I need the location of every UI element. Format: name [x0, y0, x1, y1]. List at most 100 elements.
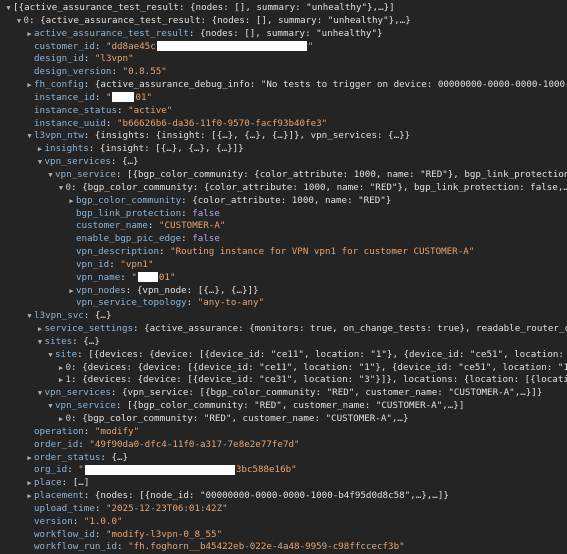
tree-preview: [{bgp_color_community: {color_attribute:…: [126, 168, 567, 180]
tree-row[interactable]: ▶ 0: {devices: {device: [{device_id: "ce1…: [0, 362, 567, 375]
tree-row: instance_uuid: "b66626b6-da36-11f0-9570-…: [0, 118, 567, 131]
tree-row[interactable]: ▶ fh_config: {active_assurance_debug_info…: [0, 79, 567, 92]
key-separator: :: [29, 14, 41, 26]
tree-value: "any-to-any": [197, 297, 265, 309]
tree-key: version: [34, 515, 73, 527]
tree-row[interactable]: ▶ insights: {insight: [{…}, {…}, {…}]}: [0, 143, 567, 156]
tree-row[interactable]: ▶ 0: {bgp_color_community: "RED", custome…: [0, 413, 567, 426]
tree-row[interactable]: ▶ place: […]: [0, 477, 567, 490]
tree-key: upload_time: [34, 502, 95, 514]
key-separator: :: [109, 258, 121, 270]
expand-down-arrow-icon[interactable]: ▼: [36, 156, 45, 169]
tree-key: vpn_services: [44, 156, 111, 168]
collapse-right-arrow-icon[interactable]: ▶: [36, 323, 45, 336]
tree-row[interactable]: ▶ active_assurance_test_result: {nodes: […: [0, 28, 567, 41]
tree-value: ": [105, 91, 112, 103]
expand-down-arrow-icon[interactable]: ▼: [4, 2, 13, 15]
expand-down-arrow-icon[interactable]: ▼: [25, 130, 34, 143]
tree-row: bgp_link_protection: false: [0, 208, 567, 221]
tree-key: sites: [44, 335, 73, 347]
tree-preview: {vpn_service: [{bgp_color_community: "RE…: [121, 387, 543, 399]
tree-preview: {active_assurance_debug_info: "No tests …: [94, 79, 567, 91]
collapse-right-arrow-icon[interactable]: ▶: [57, 374, 66, 387]
tree-key: org_id: [34, 464, 68, 476]
tree-row[interactable]: ▼ vpn_service: [{bgp_color_community: {co…: [0, 169, 567, 182]
expand-down-arrow-icon[interactable]: ▼: [57, 182, 66, 195]
tree-row[interactable]: ▶ placement: {nodes: [{node_id: "00000000…: [0, 490, 567, 503]
tree-preview: {nodes: [{node_id: "00000000-0000-0000-1…: [94, 490, 449, 502]
tree-value: "Routing instance for VPN vpn1 for custo…: [170, 246, 475, 258]
tree-preview: {vpn_node: [{…}, {…}]}: [136, 284, 259, 296]
tree-row: operation: "modify": [0, 426, 567, 439]
tree-row[interactable]: ▼ site: [{devices: {device: [{device_id: …: [0, 349, 567, 362]
expand-down-arrow-icon[interactable]: ▼: [36, 336, 45, 349]
expand-down-arrow-icon[interactable]: ▼: [15, 15, 24, 28]
tree-key: place: [34, 477, 62, 489]
tree-value: ": [78, 464, 84, 476]
tree-row[interactable]: ▼ vpn_service: [{bgp_color_community: "RE…: [0, 400, 567, 413]
key-separator: :: [83, 79, 95, 91]
tree-value-tail: 3bc588e16b": [235, 464, 297, 476]
tree-preview: {devices: {device: [{device_id: "ce11", …: [82, 361, 567, 373]
tree-key: active_assurance_test_result: [34, 27, 189, 39]
key-separator: :: [71, 374, 83, 386]
collapse-right-arrow-icon[interactable]: ▶: [57, 413, 66, 426]
tree-preview: {devices: {device: [{device_id: "ce31", …: [82, 374, 567, 386]
expand-down-arrow-icon[interactable]: ▼: [36, 387, 45, 400]
tree-row[interactable]: ▼ l3vpn_ntw: {insights: {insight: [{…}, {…: [0, 130, 567, 143]
collapse-right-arrow-icon[interactable]: ▶: [25, 477, 34, 490]
tree-row[interactable]: ▶ order_status: {…}: [0, 452, 567, 465]
tree-preview: {bgp_color_community: "RED", customer_na…: [82, 413, 409, 424]
tree-preview: {active_assurance: {monitors: true, on_c…: [144, 323, 567, 335]
key-separator: :: [158, 246, 171, 258]
tree-row[interactable]: ▼ sites: {…}: [0, 336, 567, 349]
tree-value: "1.0.0": [83, 515, 123, 527]
tree-value: "modify": [94, 425, 140, 437]
tree-preview: {…}: [121, 156, 139, 168]
tree-value: ": [131, 271, 137, 283]
tree-row[interactable]: ▶ bgp_color_community: {color_attribute: …: [0, 195, 567, 208]
expand-down-arrow-icon[interactable]: ▼: [46, 169, 55, 182]
tree-value-tail: 01": [135, 91, 153, 103]
expand-down-arrow-icon[interactable]: ▼: [25, 310, 34, 323]
collapse-right-arrow-icon[interactable]: ▶: [36, 143, 45, 156]
collapse-right-arrow-icon[interactable]: ▶: [25, 490, 34, 503]
collapse-right-arrow-icon[interactable]: ▶: [25, 28, 34, 41]
tree-row[interactable]: ▶ vpn_nodes: {vpn_node: [{…}, {…}]}: [0, 285, 567, 298]
tree-row[interactable]: ▼ vpn_services: {…}: [0, 156, 567, 169]
tree-preview: [{active_assurance_test_result: {nodes: …: [13, 2, 395, 13]
expand-down-arrow-icon[interactable]: ▼: [46, 400, 55, 413]
key-separator: :: [115, 400, 127, 412]
collapse-right-arrow-icon[interactable]: ▶: [25, 79, 34, 92]
key-separator: :: [100, 451, 112, 463]
tree-row: instance_status: "active": [0, 105, 567, 118]
tree-row[interactable]: ▼ vpn_services: {vpn_service: [{bgp_color…: [0, 387, 567, 400]
tree-row[interactable]: ▼ 0: {active_assurance_test_result: {node…: [0, 15, 567, 28]
key-separator: :: [71, 361, 83, 373]
key-separator: :: [110, 387, 122, 399]
tree-row: vpn_service_topology: "any-to-any": [0, 297, 567, 310]
tree-row[interactable]: ▶ 1: {devices: {device: [{device_id: "ce3…: [0, 374, 567, 387]
tree-key: vpn_id: [76, 258, 110, 270]
collapse-right-arrow-icon[interactable]: ▶: [25, 452, 34, 465]
key-separator: :: [133, 323, 145, 335]
key-separator: :: [120, 271, 132, 283]
tree-preview: {insights: {insight: [{…}, {…}, {…}]}, v…: [94, 130, 411, 142]
tree-preview: {…}: [83, 335, 100, 347]
tree-key: instance_status: [34, 104, 117, 116]
tree-row[interactable]: ▶ service_settings: {active_assurance: {m…: [0, 323, 567, 336]
tree-row[interactable]: ▼ [{active_assurance_test_result: {nodes:…: [0, 2, 567, 15]
tree-row[interactable]: ▼ l3vpn_svc: {…}: [0, 310, 567, 323]
tree-key: bgp_color_community: [76, 194, 182, 206]
tree-value: "0.8.55": [122, 66, 167, 78]
tree-row: upload_time: "2025-12-23T06:01:42Z": [0, 503, 567, 516]
collapse-right-arrow-icon[interactable]: ▶: [67, 285, 76, 298]
key-separator: :: [181, 207, 193, 219]
collapse-right-arrow-icon[interactable]: ▶: [57, 362, 66, 375]
tree-key: vpn_service: [55, 400, 116, 412]
collapse-right-arrow-icon[interactable]: ▶: [67, 195, 76, 208]
expand-down-arrow-icon[interactable]: ▼: [46, 349, 55, 362]
tree-row: workflow_id: "modify-l3vpn-0_8_55": [0, 529, 567, 542]
tree-value: false: [192, 207, 220, 219]
tree-row[interactable]: ▼ 0: {bgp_color_community: {color_attribu…: [0, 182, 567, 195]
